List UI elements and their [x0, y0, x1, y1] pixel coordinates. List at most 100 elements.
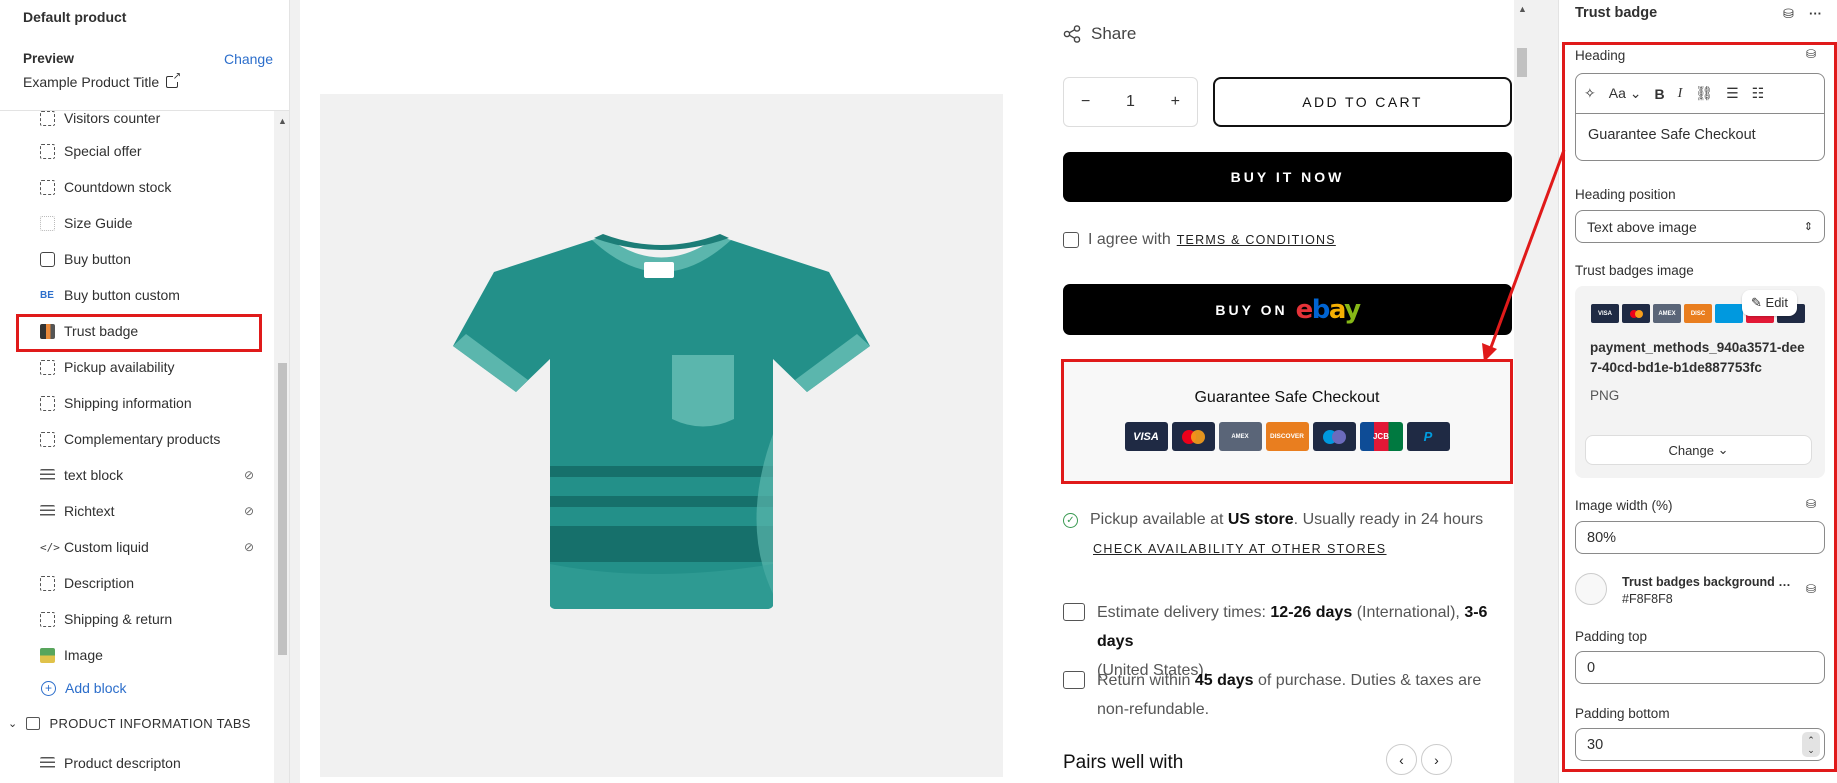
ebay-logo: ebay: [1295, 294, 1362, 325]
block-item[interactable]: Pickup availability: [40, 355, 260, 379]
heading-value[interactable]: Guarantee Safe Checkout: [1576, 114, 1824, 156]
product-image[interactable]: [320, 94, 1003, 777]
block-item[interactable]: Complementary products: [40, 427, 260, 451]
background-color-value: #F8F8F8: [1622, 592, 1673, 606]
chevron-right-icon: ›: [1434, 751, 1439, 768]
block-item[interactable]: Size Guide: [40, 211, 260, 235]
image-width-input[interactable]: 80%: [1575, 521, 1825, 554]
block-item[interactable]: Shipping & return: [40, 607, 260, 631]
block-item[interactable]: Visitors counter: [40, 106, 260, 130]
terms-checkbox[interactable]: [1063, 232, 1079, 248]
dashed-square-icon: [40, 611, 55, 627]
image-icon: [40, 647, 55, 663]
terms-agreement[interactable]: I agree with TERMS & CONDITIONS: [1063, 231, 1336, 249]
block-item[interactable]: text block ⊘: [40, 463, 260, 487]
preview-scrollbar[interactable]: ▲: [1514, 0, 1530, 783]
tshirt-image: [453, 234, 870, 609]
block-item[interactable]: </> Custom liquid ⊘: [40, 535, 260, 559]
numbered-list-icon[interactable]: ☷: [1752, 85, 1765, 102]
share-button[interactable]: Share: [1063, 24, 1136, 44]
block-item[interactable]: BE Buy button custom: [40, 283, 260, 307]
paypal-card-icon: P: [1406, 422, 1450, 451]
scrollbar-thumb[interactable]: [278, 363, 287, 655]
bulleted-list-icon[interactable]: ☰: [1726, 85, 1739, 102]
pairs-well-heading: Pairs well with: [1063, 752, 1184, 773]
quantity-value[interactable]: 1: [1126, 93, 1135, 111]
block-item[interactable]: Shipping information: [40, 391, 260, 415]
size-guide-icon: [40, 215, 55, 231]
scrollbar-thumb[interactable]: [1517, 48, 1527, 77]
heading-position-select[interactable]: Text above image ⇕: [1575, 210, 1825, 243]
add-block-button[interactable]: + Add block: [41, 680, 126, 696]
trust-image-label: Trust badges image: [1575, 263, 1694, 278]
padding-bottom-input[interactable]: 30 ⌃ ⌄: [1575, 728, 1825, 761]
background-color-label: Trust badges background c...: [1622, 575, 1792, 589]
block-item[interactable]: Countdown stock: [40, 175, 260, 199]
italic-icon[interactable]: I: [1678, 86, 1683, 102]
eye-off-icon[interactable]: ⊘: [244, 540, 254, 554]
heading-rich-text-editor[interactable]: ✧ Aa ⌄ B I ⛓ ☰ ☷ Guarantee Safe Checkout: [1575, 73, 1825, 161]
block-item[interactable]: Buy button: [40, 247, 260, 271]
bold-icon[interactable]: B: [1654, 86, 1664, 102]
editor-toolbar: ✧ Aa ⌄ B I ⛓ ☰ ☷: [1576, 74, 1824, 114]
block-item[interactable]: Richtext ⊘: [40, 499, 260, 523]
buy-it-now-button[interactable]: BUY IT NOW: [1063, 152, 1512, 202]
preview-product-link[interactable]: Example Product Title ↗: [23, 71, 273, 90]
eye-off-icon[interactable]: ⊘: [244, 468, 254, 482]
section-product-information-tabs[interactable]: ⌄ PRODUCT INFORMATION TABS: [8, 716, 251, 731]
link-icon[interactable]: ⛓: [1695, 85, 1713, 102]
preview-label: Preview: [23, 51, 75, 66]
carousel-next-button[interactable]: ›: [1421, 744, 1452, 775]
database-icon[interactable]: ⛁: [1806, 582, 1816, 596]
block-item[interactable]: Special offer: [40, 139, 260, 163]
sidebar-scrollbar[interactable]: ▲: [274, 111, 289, 783]
database-icon[interactable]: ⛁: [1783, 6, 1794, 22]
check-availability-link[interactable]: CHECK AVAILABILITY AT OTHER STORES: [1093, 542, 1483, 556]
background-color-swatch[interactable]: [1575, 573, 1607, 605]
plus-icon[interactable]: +: [1171, 93, 1180, 111]
more-options-icon[interactable]: ···: [1809, 6, 1822, 21]
scroll-up-icon[interactable]: ▲: [1518, 4, 1527, 14]
trust-badge-block[interactable]: Guarantee Safe Checkout VISA AMEX DISCOV…: [1061, 359, 1513, 484]
dashed-square-icon: [40, 143, 55, 159]
heading-position-label: Heading position: [1575, 187, 1676, 202]
database-icon[interactable]: ⛁: [1806, 497, 1816, 511]
chevron-left-icon: ‹: [1399, 751, 1404, 768]
text-style-icon[interactable]: Aa ⌄: [1609, 85, 1642, 102]
add-to-cart-button[interactable]: ADD TO CART: [1213, 77, 1512, 127]
carousel-prev-button[interactable]: ‹: [1386, 744, 1417, 775]
edit-image-button[interactable]: ✎ Edit: [1742, 290, 1797, 316]
number-spinner[interactable]: ⌃ ⌄: [1802, 732, 1820, 757]
buy-on-ebay-button[interactable]: BUY ON ebay: [1063, 284, 1512, 335]
dashed-square-icon: [40, 395, 55, 411]
scroll-up-icon[interactable]: ▲: [278, 116, 287, 126]
mastercard-card-icon: [1171, 422, 1215, 451]
plus-circle-icon: +: [41, 680, 56, 696]
image-file-type: PNG: [1590, 388, 1620, 403]
truck-icon: [1063, 603, 1085, 621]
magic-icon[interactable]: ✧: [1584, 85, 1596, 102]
store-preview: Share − 1 + ADD TO CART BUY IT NOW I agr…: [300, 0, 1530, 783]
quantity-stepper[interactable]: − 1 +: [1063, 77, 1198, 127]
padding-top-label: Padding top: [1575, 629, 1648, 644]
visa-card-icon: VISA: [1124, 422, 1168, 451]
text-lines-icon: [40, 469, 55, 481]
padding-top-input[interactable]: 0: [1575, 651, 1825, 684]
dashed-square-icon: [40, 431, 55, 447]
terms-link[interactable]: TERMS & CONDITIONS: [1177, 233, 1336, 247]
minus-icon[interactable]: −: [1081, 93, 1090, 111]
select-arrows-icon: ⇕: [1803, 221, 1813, 233]
database-icon[interactable]: ⛁: [1806, 47, 1816, 61]
code-icon: </>: [40, 540, 60, 554]
sidebar-header: Default product Preview Change Example P…: [0, 0, 289, 111]
block-item[interactable]: Product descripton: [40, 751, 260, 775]
dashed-square-icon: [40, 575, 55, 591]
text-lines-icon: [40, 757, 55, 769]
change-preview-link[interactable]: Change: [224, 51, 273, 67]
block-item[interactable]: Image: [40, 643, 260, 667]
change-image-button[interactable]: Change ⌄: [1585, 435, 1812, 465]
amex-card-icon: AMEX: [1218, 422, 1262, 451]
eye-off-icon[interactable]: ⊘: [244, 504, 254, 518]
block-item[interactable]: Description: [40, 571, 260, 595]
cursor-button-icon: [40, 251, 55, 267]
